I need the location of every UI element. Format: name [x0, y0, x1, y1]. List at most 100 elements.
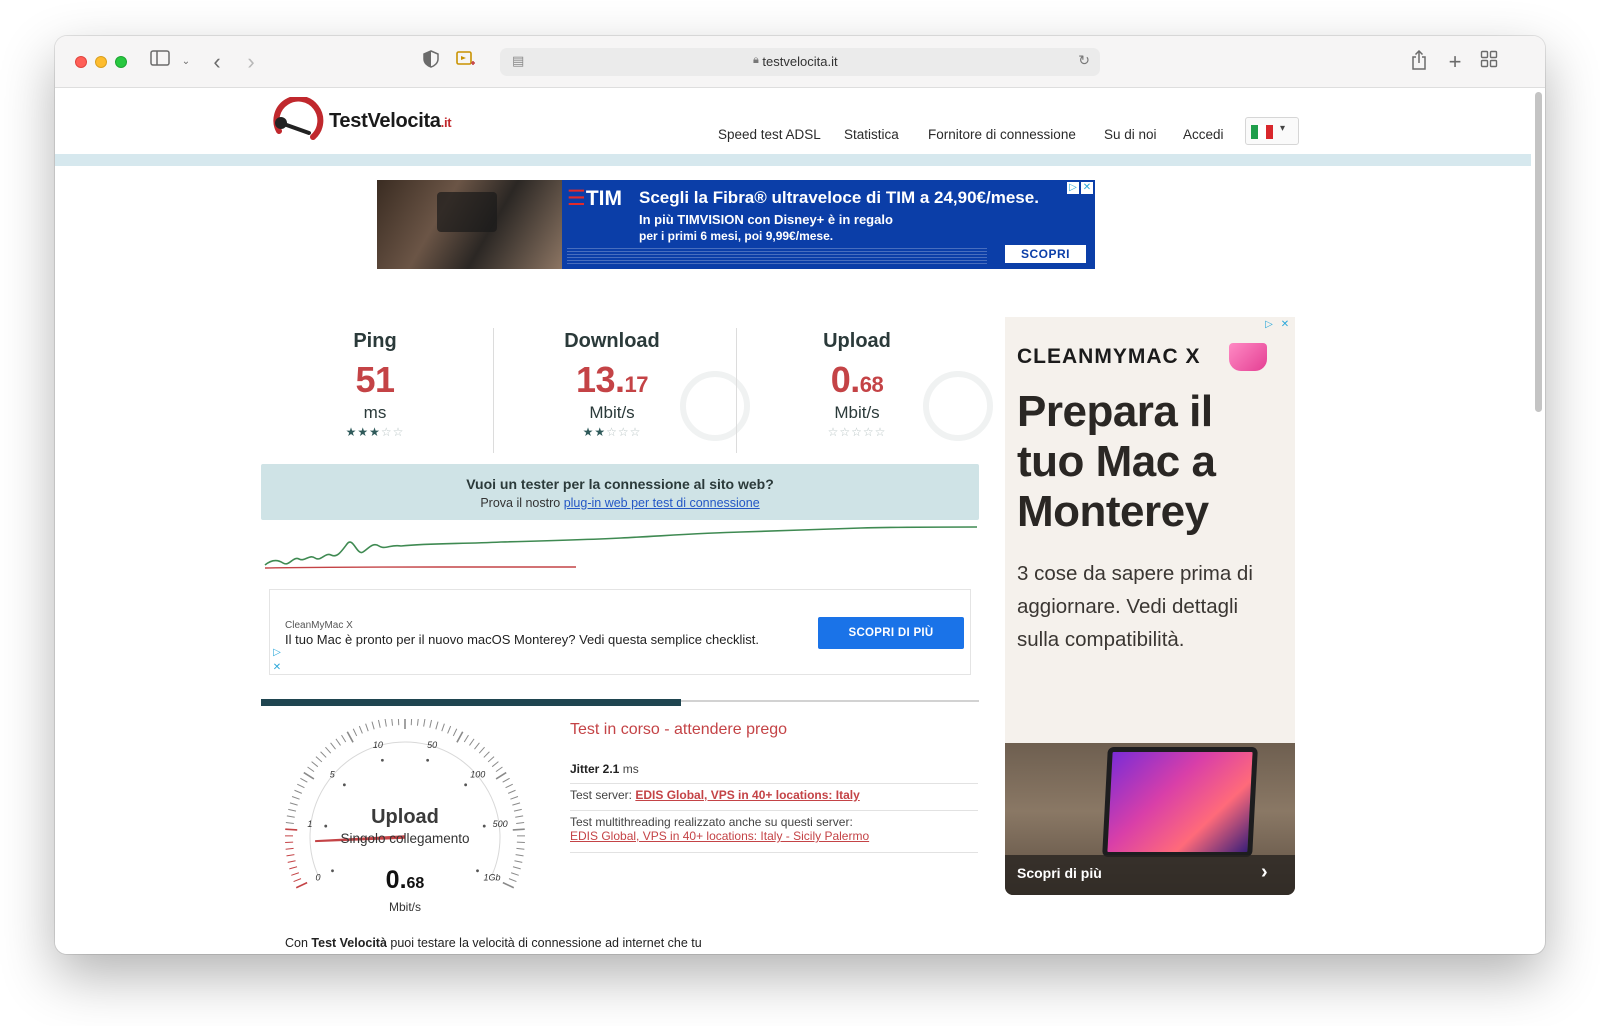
- gauge-tick: [416, 717, 419, 726]
- upload-unit: Mbit/s: [834, 403, 880, 422]
- adchoices-icon[interactable]: ▷: [1067, 182, 1079, 194]
- address-bar[interactable]: ▤ 🔒︎ testvelocita.it ↻: [500, 48, 1100, 76]
- gauge-tick: [325, 746, 332, 754]
- download-value-big: 13.: [575, 359, 625, 400]
- download-stars: ★★☆☆☆: [492, 425, 732, 439]
- gauge-tick: [341, 734, 347, 743]
- nav-fornitore[interactable]: Fornitore di connessione: [928, 127, 1076, 142]
- test-progress-fill: [261, 699, 682, 706]
- multithreading-row: Test multithreading realizzato anche su …: [570, 815, 978, 853]
- gauge-subtitle: Singolo collegamento: [340, 831, 470, 846]
- adchoices-icon[interactable]: ▷: [271, 647, 283, 659]
- cleanmymac-side-ad[interactable]: ▷ ✕ CLEANMYMAC X Prepara il tuo Mac a Mo…: [1005, 317, 1295, 895]
- star-empty-icon: ☆: [617, 425, 630, 439]
- gauge-tick: [483, 751, 490, 758]
- upload-value-big: 0.: [830, 359, 861, 400]
- close-window-button[interactable]: [75, 56, 87, 68]
- cleanmymac-logo-icon: [1229, 343, 1267, 371]
- gauge-tick: [515, 854, 524, 857]
- info-subtext: Prova il nostro plug-in web per test di …: [261, 496, 979, 510]
- gauge-tick: [365, 723, 369, 732]
- gauge-tick: [452, 728, 458, 737]
- gauge-tick: [303, 771, 315, 780]
- gauge-tick: [285, 828, 298, 831]
- nav-statistica[interactable]: Statistica: [844, 127, 899, 142]
- gauge-tick: [358, 725, 363, 734]
- forward-arrow-icon[interactable]: ›: [241, 50, 261, 74]
- url-text: testvelocita.it: [762, 54, 838, 69]
- nav-su-di-noi[interactable]: Su di noi: [1104, 127, 1157, 142]
- ping-stars: ★★★☆☆: [255, 425, 495, 439]
- gauge-tick: [285, 847, 294, 850]
- download-value: 13.17: [492, 359, 732, 401]
- tim-brand: ☰TIM: [567, 186, 622, 211]
- logo-tld: .it: [440, 115, 452, 130]
- scopri-di-piu-button[interactable]: SCOPRI DI PIÙ: [818, 617, 964, 649]
- gauge-tick: [441, 723, 445, 732]
- zoom-window-button[interactable]: [115, 56, 127, 68]
- browser-toolbar: ⌄ ‹ › ▤ 🔒︎ testvelocita.it ↻ +: [55, 36, 1545, 88]
- language-selector[interactable]: ▾: [1245, 117, 1299, 145]
- reload-icon[interactable]: ↻: [1078, 52, 1090, 69]
- ad-close-icon[interactable]: ✕: [1279, 319, 1291, 331]
- upload-graph-line: [264, 566, 576, 569]
- gauge-tick: [423, 718, 426, 727]
- test-server-link[interactable]: EDIS Global, VPS in 40+ locations: Italy: [635, 788, 859, 802]
- new-tab-plus-icon[interactable]: +: [1445, 50, 1465, 74]
- chevron-down-icon[interactable]: ⌄: [179, 50, 193, 74]
- star-filled-icon: ★: [582, 425, 595, 439]
- star-empty-icon: ☆: [862, 425, 875, 439]
- test-server-row: Test server: EDIS Global, VPS in 40+ loc…: [570, 788, 978, 811]
- share-icon[interactable]: [1409, 49, 1429, 74]
- gauge-tick: [320, 751, 327, 758]
- speed-graph: [264, 526, 978, 569]
- cleanmymac-text-ad[interactable]: CleanMyMac X Il tuo Mac è pronto per il …: [269, 589, 971, 675]
- star-empty-icon: ☆: [851, 425, 863, 439]
- gauge-tick: [371, 721, 375, 730]
- star-empty-icon: ☆: [629, 425, 642, 439]
- chevron-right-icon[interactable]: ›: [1261, 861, 1268, 884]
- site-logo[interactable]: TestVelocita.it: [269, 95, 469, 143]
- ad-photo-detail: [437, 192, 497, 232]
- plugin-link[interactable]: plug-in web per test di connessione: [564, 496, 760, 510]
- nav-speed-test-adsl[interactable]: Speed test ADSL: [718, 127, 821, 142]
- page-scrollbar[interactable]: [1535, 92, 1542, 412]
- tab-overview-icon[interactable]: [1479, 50, 1499, 74]
- gauge-tick: [315, 756, 323, 763]
- extension-icon[interactable]: [455, 50, 477, 74]
- upload-metric: Upload 0.68 Mbit/s ☆☆☆☆☆: [737, 330, 977, 439]
- upload-stars: ☆☆☆☆☆: [737, 425, 977, 439]
- intro-paragraph: Con Test Velocità puoi testare la veloci…: [285, 935, 745, 954]
- multithreading-server-link[interactable]: EDIS Global, VPS in 40+ locations: Italy…: [570, 829, 869, 843]
- tim-brand-text: TIM: [585, 187, 622, 210]
- gauge-tick: [463, 734, 469, 743]
- privacy-shield-icon[interactable]: [421, 50, 441, 74]
- minimize-window-button[interactable]: [95, 56, 107, 68]
- gauge-dot: [464, 783, 468, 787]
- back-arrow-icon[interactable]: ‹: [207, 50, 227, 74]
- gauge-tick: [287, 860, 296, 863]
- banner-scopri-button[interactable]: SCOPRI: [1005, 245, 1086, 263]
- side-ad-cta[interactable]: Scopri di più: [1017, 865, 1102, 881]
- tim-banner-ad[interactable]: ☰TIM Scegli la Fibra® ultraveloce di TIM…: [377, 180, 1095, 269]
- adchoices-icon[interactable]: ▷: [1263, 319, 1275, 331]
- web-page: TestVelocita.it Speed test ADSL Statisti…: [55, 89, 1531, 954]
- nav-accedi[interactable]: Accedi: [1183, 127, 1224, 142]
- gauge-tick: [510, 796, 519, 800]
- star-empty-icon: ☆: [827, 425, 840, 439]
- ad-close-icon[interactable]: ✕: [1081, 182, 1093, 194]
- gauge-dot: [380, 758, 384, 762]
- ping-metric: Ping 51 ms ★★★☆☆: [255, 330, 495, 439]
- ad-close-icon[interactable]: ✕: [271, 662, 283, 674]
- banner-fine-print: [567, 246, 987, 264]
- upload-gauge: 0 1 5 10 50 100 500 1Gb Upload Singolo collegam…: [270, 717, 540, 919]
- jitter-unit: ms: [619, 762, 639, 776]
- banner-line-1: Scegli la Fibra® ultraveloce di TIM a 24…: [639, 188, 1039, 207]
- gauge-scale-label: 100: [470, 769, 485, 779]
- ping-unit: ms: [363, 403, 387, 422]
- upload-value: 0.68: [737, 359, 977, 401]
- star-empty-icon: ☆: [874, 425, 887, 439]
- gauge-tick: [495, 766, 503, 773]
- ping-value-big: 51: [355, 359, 395, 400]
- sidebar-toggle-icon[interactable]: [149, 50, 171, 74]
